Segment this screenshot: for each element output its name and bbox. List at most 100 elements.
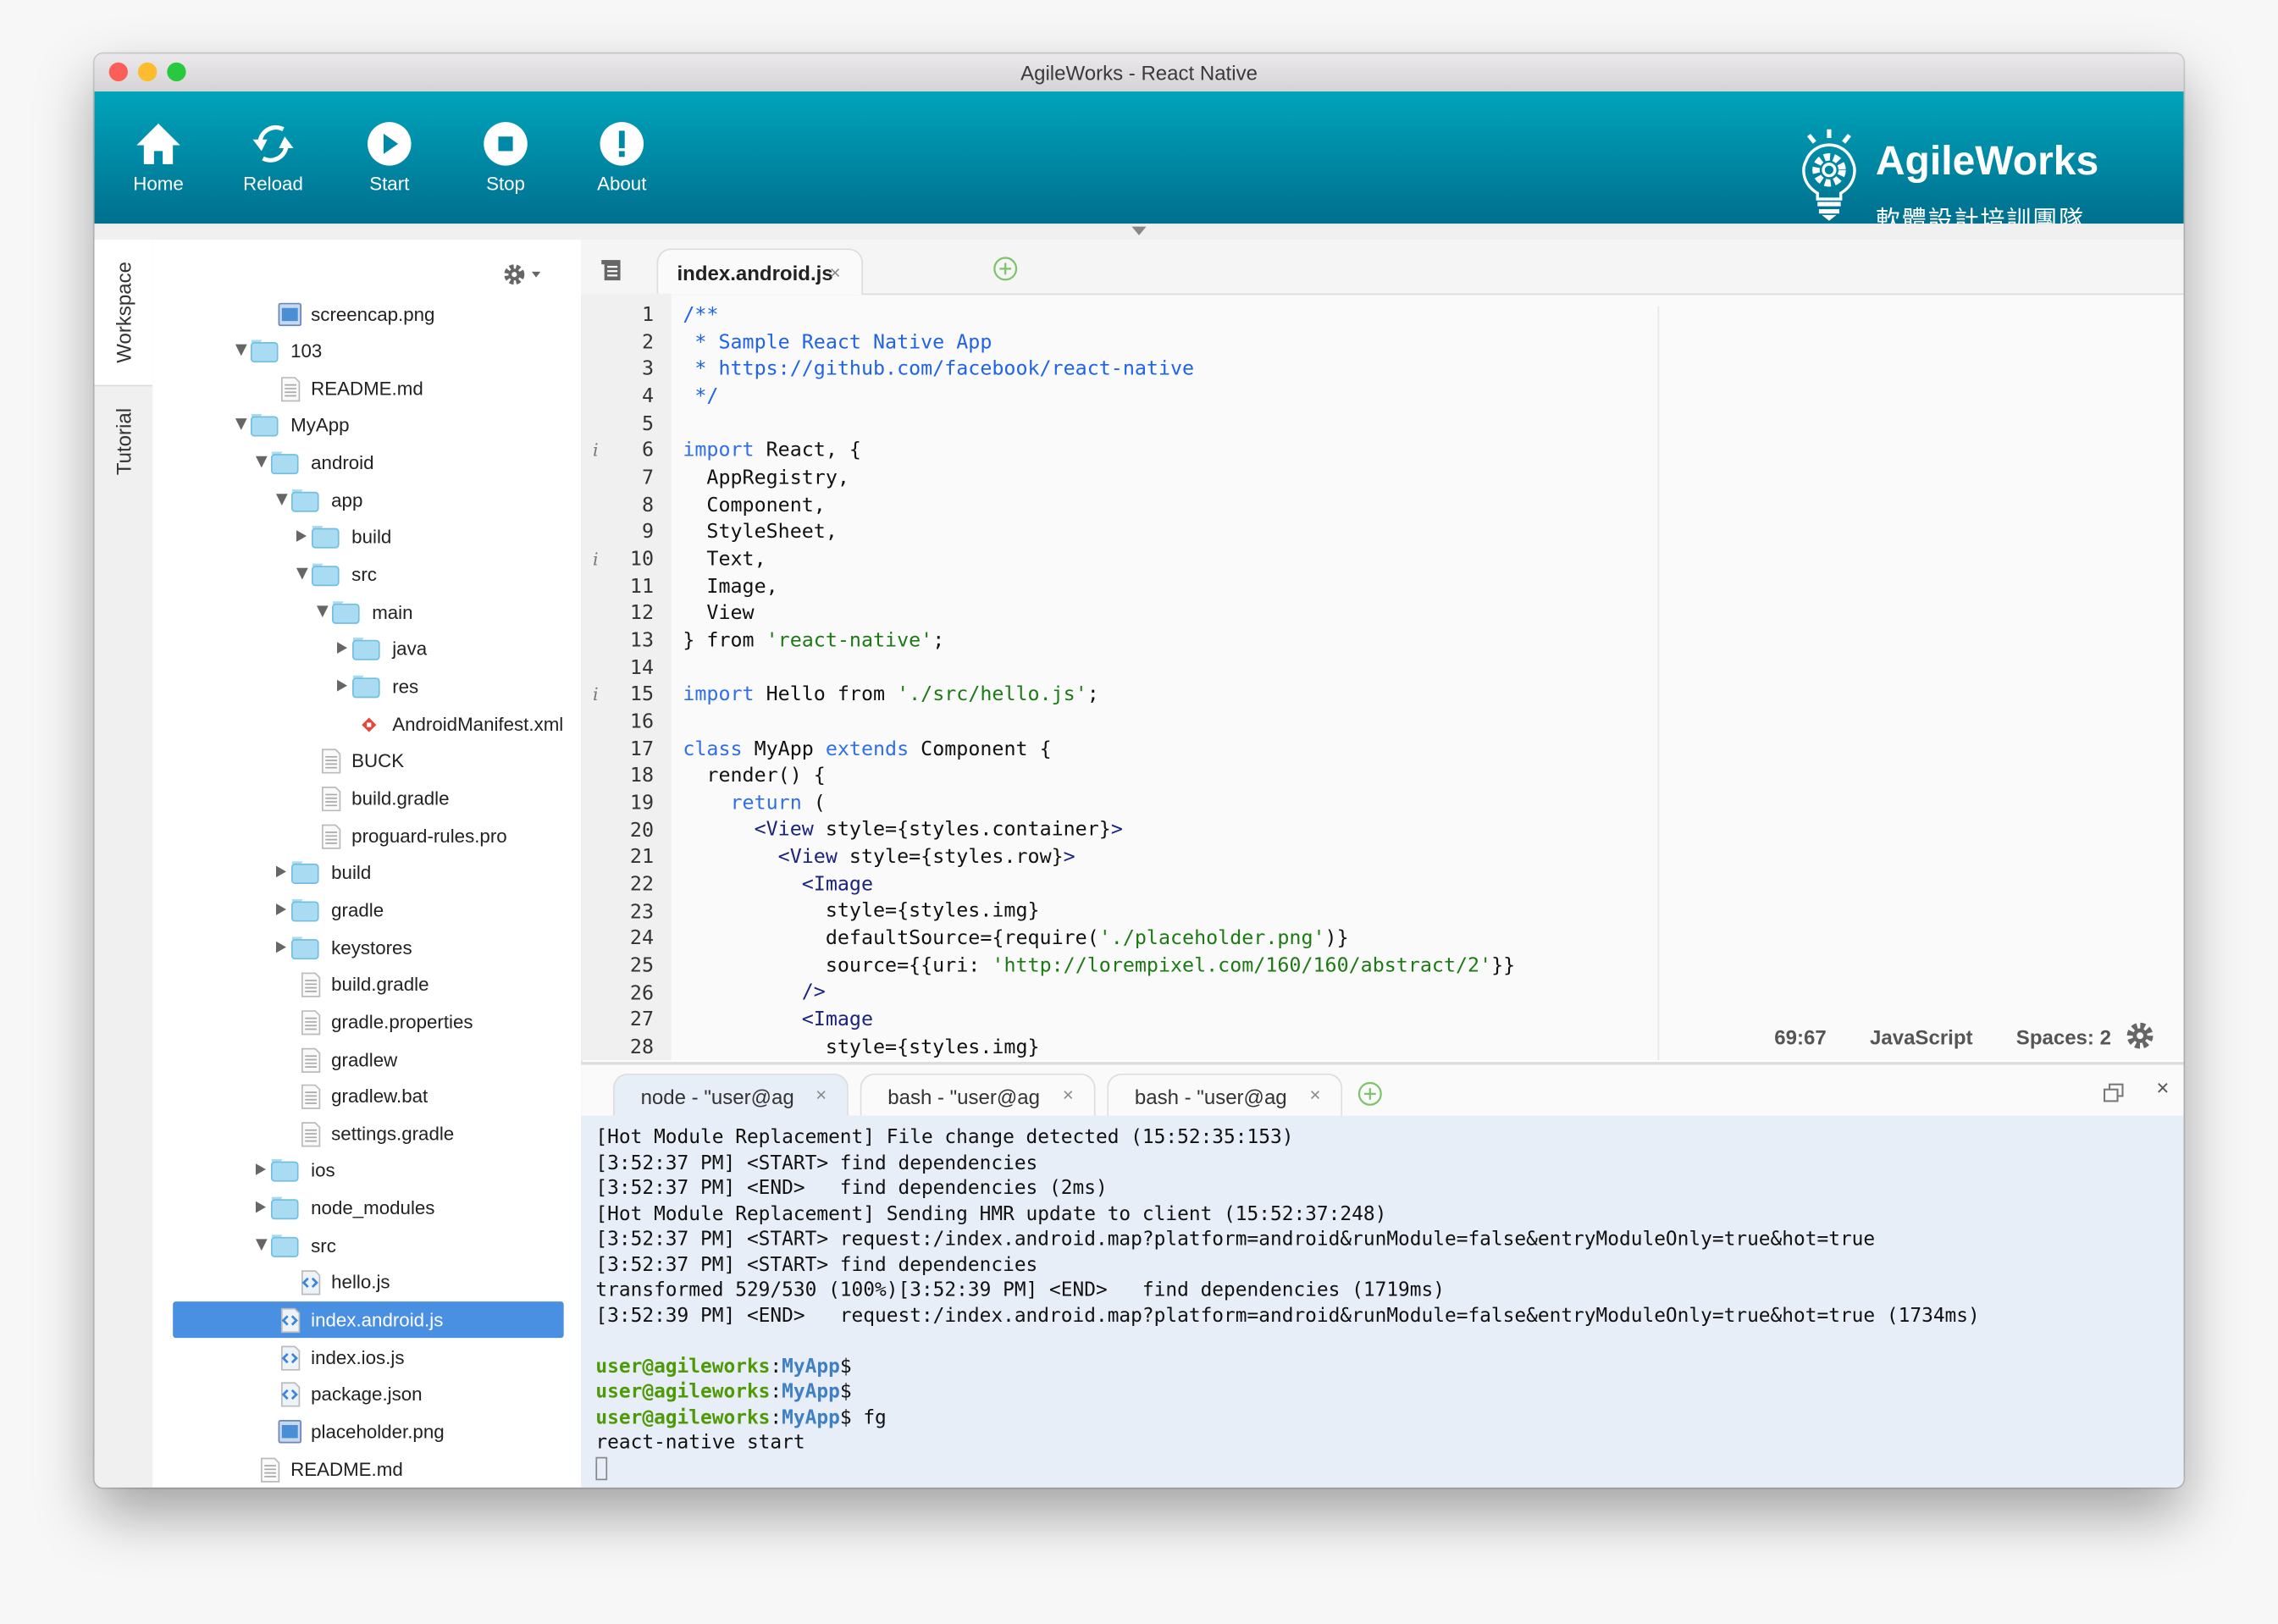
collapsed-arrow-icon[interactable] bbox=[255, 1163, 266, 1176]
tree-item[interactable]: src bbox=[152, 1227, 581, 1263]
folder-icon bbox=[290, 861, 319, 885]
code-line: <View style={styles.row}> bbox=[683, 844, 2183, 871]
language-mode[interactable]: JavaScript bbox=[1870, 1025, 1973, 1048]
tree-item[interactable]: src bbox=[152, 556, 581, 593]
line-number: 11 bbox=[629, 574, 655, 599]
tree-settings-gear-icon[interactable] bbox=[501, 262, 545, 288]
code-line: StyleSheet, bbox=[683, 519, 2183, 546]
tree-item[interactable]: README.md bbox=[152, 1450, 581, 1487]
folder-icon bbox=[290, 936, 319, 959]
reload-button[interactable]: Reload bbox=[229, 120, 317, 195]
expanded-arrow-icon[interactable] bbox=[235, 344, 247, 356]
code-token: return bbox=[730, 791, 802, 815]
zoom-window-button[interactable] bbox=[167, 62, 186, 82]
editor-settings-gear-icon[interactable] bbox=[2126, 1021, 2154, 1050]
info-marker-icon[interactable]: i bbox=[593, 438, 599, 465]
tree-item[interactable]: keystores bbox=[152, 929, 581, 965]
tab-index-android-js[interactable]: index.android.js × bbox=[656, 248, 864, 296]
tree-item[interactable]: gradle bbox=[152, 892, 581, 928]
collapsed-arrow-icon[interactable] bbox=[337, 679, 348, 692]
tree-item[interactable]: build bbox=[152, 519, 581, 555]
folder-icon bbox=[270, 451, 299, 475]
tree-item[interactable]: build.gradle bbox=[152, 780, 581, 816]
tree-item[interactable]: res bbox=[152, 668, 581, 704]
tree-item[interactable]: placeholder.png bbox=[152, 1413, 581, 1450]
about-button[interactable]: About bbox=[578, 120, 666, 195]
collapsed-arrow-icon[interactable] bbox=[275, 865, 286, 878]
close-tab-icon[interactable]: × bbox=[830, 262, 841, 284]
tree-item[interactable]: index.ios.js bbox=[152, 1339, 581, 1375]
expanded-arrow-icon[interactable] bbox=[255, 1238, 268, 1251]
close-panel-icon[interactable]: × bbox=[2156, 1076, 2169, 1101]
code-token: StyleSheet, bbox=[683, 520, 838, 544]
tree-item[interactable]: BUCK bbox=[152, 743, 581, 779]
tree-item-label: node_modules bbox=[311, 1196, 435, 1219]
tree-item[interactable]: build.gradle bbox=[152, 966, 581, 1003]
restore-panel-icon[interactable] bbox=[2102, 1082, 2125, 1105]
info-marker-icon[interactable]: i bbox=[593, 682, 599, 709]
expanded-arrow-icon[interactable] bbox=[296, 567, 308, 580]
tab-tutorial[interactable]: Tutorial bbox=[94, 384, 153, 495]
tree-item[interactable]: android bbox=[152, 445, 581, 481]
add-terminal-icon[interactable] bbox=[1357, 1080, 1383, 1107]
home-button[interactable]: Home bbox=[115, 120, 202, 195]
collapsed-arrow-icon[interactable] bbox=[275, 940, 286, 953]
indent-setting[interactable]: Spaces: 2 bbox=[2016, 1025, 2111, 1048]
start-button[interactable]: Start bbox=[346, 120, 433, 195]
code-token: ; bbox=[1086, 682, 1099, 707]
terminal-tab-node[interactable]: node - "user@ag × bbox=[612, 1073, 849, 1119]
collapse-arrow-icon[interactable] bbox=[1131, 226, 1147, 235]
terminal-tab-bash-1[interactable]: bash - "user@ag × bbox=[860, 1073, 1096, 1119]
tree-item[interactable]: index.android.js bbox=[173, 1301, 564, 1339]
expanded-arrow-icon[interactable] bbox=[317, 605, 329, 617]
collapsed-arrow-icon[interactable] bbox=[275, 903, 286, 915]
terminal-tab-bash-2[interactable]: bash - "user@ag × bbox=[1107, 1073, 1343, 1119]
tree-item[interactable]: AndroidManifest.xml bbox=[152, 705, 581, 742]
tree-item[interactable]: ios bbox=[152, 1152, 581, 1189]
expanded-arrow-icon[interactable] bbox=[235, 418, 247, 431]
text-file-icon bbox=[322, 823, 341, 849]
terminal-line: [3:52:39 PM] <END> request:/index.androi… bbox=[595, 1305, 1980, 1328]
terminal-output[interactable]: [Hot Module Replacement] File change det… bbox=[581, 1115, 2184, 1488]
tree-item[interactable]: hello.js bbox=[152, 1264, 581, 1301]
code-content[interactable]: /** * Sample React Native App * https://… bbox=[683, 302, 2183, 1061]
tree-item[interactable]: MyApp bbox=[152, 407, 581, 444]
lightbulb-gear-icon bbox=[1802, 129, 1856, 221]
tree-item[interactable]: main bbox=[152, 594, 581, 630]
collapsed-arrow-icon[interactable] bbox=[337, 642, 348, 655]
tab-workspace[interactable]: Workspace bbox=[94, 240, 153, 385]
tree-item-label: README.md bbox=[311, 377, 423, 400]
tree-item[interactable]: gradle.properties bbox=[152, 1003, 581, 1040]
stop-button[interactable]: Stop bbox=[462, 120, 550, 195]
tree-item[interactable]: build bbox=[152, 854, 581, 891]
toolbar-collapse-bar[interactable] bbox=[94, 224, 2184, 241]
tree-item[interactable]: README.md bbox=[152, 370, 581, 406]
text-file-icon bbox=[322, 748, 341, 775]
close-terminal-tab-icon[interactable]: × bbox=[816, 1084, 827, 1106]
tree-item[interactable]: settings.gradle bbox=[152, 1115, 581, 1152]
expanded-arrow-icon[interactable] bbox=[255, 456, 268, 468]
close-terminal-tab-icon[interactable]: × bbox=[1063, 1084, 1074, 1106]
tree-item-label: build bbox=[331, 861, 372, 884]
tree-item[interactable]: screencap.png bbox=[152, 296, 581, 332]
tree-item[interactable]: java bbox=[152, 631, 581, 667]
tree-item[interactable]: node_modules bbox=[152, 1190, 581, 1226]
close-window-button[interactable] bbox=[108, 62, 128, 82]
tree-item[interactable]: proguard-rules.pro bbox=[152, 817, 581, 853]
add-tab-icon[interactable] bbox=[992, 256, 1019, 282]
tree-item[interactable]: gradlew bbox=[152, 1041, 581, 1077]
code-line: import React, { bbox=[683, 438, 2183, 465]
minimize-window-button[interactable] bbox=[137, 62, 158, 82]
expanded-arrow-icon[interactable] bbox=[275, 493, 288, 505]
tree-item[interactable]: 103 bbox=[152, 333, 581, 369]
tree-item[interactable]: app bbox=[152, 482, 581, 518]
tree-item[interactable]: package.json bbox=[152, 1376, 581, 1412]
info-marker-icon[interactable]: i bbox=[593, 546, 599, 573]
tree-item[interactable]: gradlew.bat bbox=[152, 1078, 581, 1114]
collapsed-arrow-icon[interactable] bbox=[255, 1201, 266, 1213]
collapsed-arrow-icon[interactable] bbox=[296, 530, 307, 543]
close-terminal-tab-icon[interactable]: × bbox=[1309, 1084, 1320, 1106]
file-list-icon[interactable] bbox=[600, 258, 623, 281]
